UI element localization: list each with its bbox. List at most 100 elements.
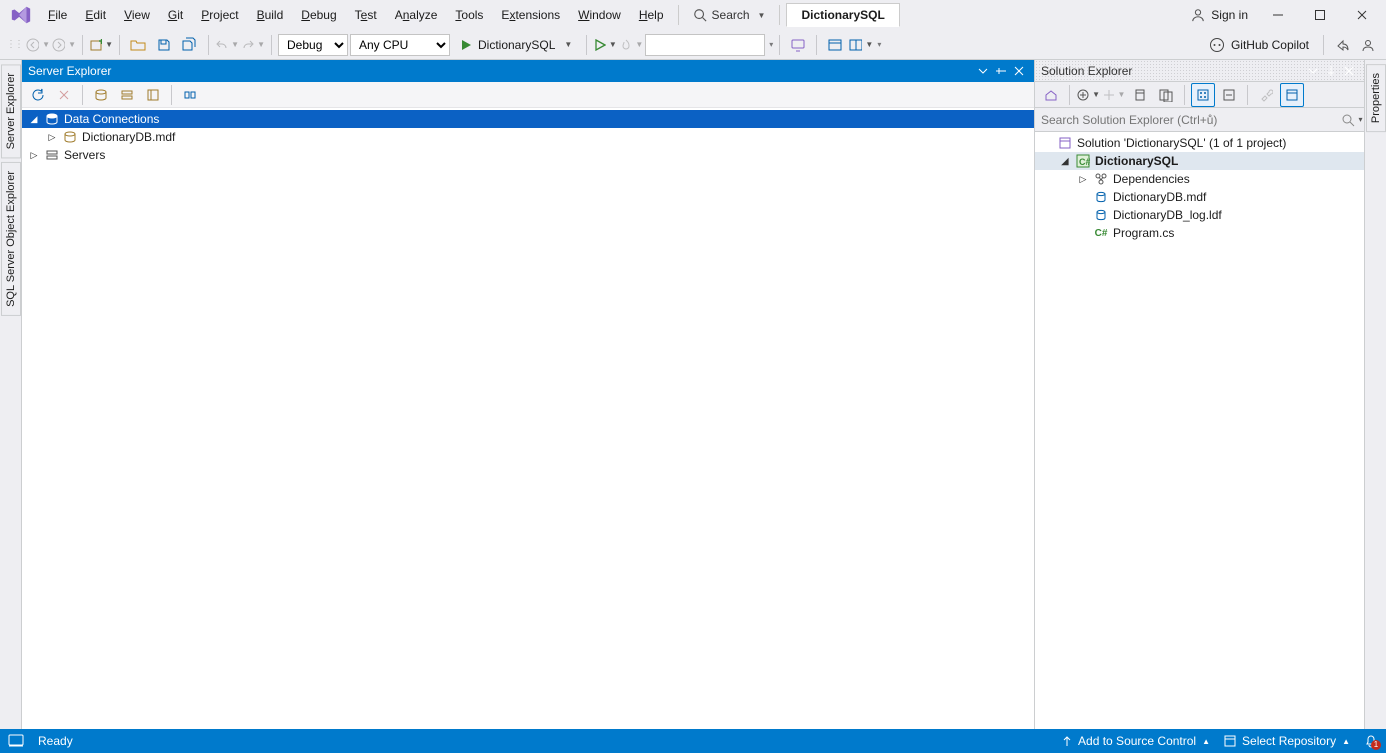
nav-back-button[interactable]: ▼	[26, 33, 50, 57]
save-all-button[interactable]	[178, 33, 202, 57]
tab-properties[interactable]: Properties	[1366, 64, 1386, 132]
autohide-pin-button[interactable]	[1322, 62, 1340, 80]
notifications-button[interactable]: 1	[1364, 734, 1378, 748]
menu-project[interactable]: Project	[193, 4, 246, 26]
tree-node-data-connections[interactable]: ◢ Data Connections	[22, 110, 1034, 128]
tree-node-dictionarydb[interactable]: ▷ DictionaryDB.mdf	[22, 128, 1034, 146]
redo-button[interactable]: ▼	[241, 33, 265, 57]
menu-help[interactable]: Help	[631, 4, 672, 26]
tree-label: DictionaryDB_log.ldf	[1113, 208, 1222, 222]
signin-label: Sign in	[1211, 8, 1248, 22]
notifications-count: 1	[1371, 740, 1381, 750]
window-position-button[interactable]	[1304, 62, 1322, 80]
new-project-button[interactable]: ▼	[89, 33, 113, 57]
window-position-button[interactable]	[974, 62, 992, 80]
menu-edit[interactable]: Edit	[77, 4, 114, 26]
github-copilot-button[interactable]: GitHub Copilot	[1201, 37, 1317, 53]
menu-window[interactable]: Window	[570, 4, 629, 26]
nav-forward-button[interactable]: ▼	[52, 33, 76, 57]
show-all-files-button[interactable]	[1191, 83, 1215, 107]
add-source-control-button[interactable]: Add to Source Control ▲	[1062, 734, 1210, 748]
overflow-icon[interactable]: ▾	[769, 40, 773, 49]
undo-button[interactable]: ▼	[215, 33, 239, 57]
windows-layout-button-1[interactable]	[823, 33, 847, 57]
preview-selected-button[interactable]	[1280, 83, 1304, 107]
start-debug-button[interactable]: DictionarySQL ▼	[452, 34, 580, 56]
admin-button[interactable]	[1356, 33, 1380, 57]
collapse-all-button[interactable]	[1217, 83, 1241, 107]
sign-in-button[interactable]: Sign in	[1183, 8, 1256, 22]
pending-changes-filter-button[interactable]: ▼	[1102, 83, 1126, 107]
tree-node-dictionarydb-mdf[interactable]: ▷ DictionaryDB.mdf	[1035, 188, 1364, 206]
azure-services-button[interactable]	[178, 83, 202, 107]
search-launcher[interactable]: Search ▼	[685, 4, 774, 26]
server-explorer-tree: ◢ Data Connections ▷ DictionaryDB.mdf ▷ …	[22, 108, 1034, 729]
tree-node-project[interactable]: ◢ C# DictionarySQL	[1035, 152, 1364, 170]
tree-node-dependencies[interactable]: ▷ Dependencies	[1035, 170, 1364, 188]
window-close-button[interactable]	[1342, 1, 1382, 29]
close-panel-button[interactable]	[1010, 62, 1028, 80]
menu-tools[interactable]: Tools	[447, 4, 491, 26]
share-button[interactable]	[1330, 33, 1354, 57]
menu-analyze[interactable]: Analyze	[387, 4, 446, 26]
select-repository-button[interactable]: Select Repository ▲	[1224, 734, 1350, 748]
solution-icon	[1057, 135, 1073, 151]
chevron-down-icon: ▼	[758, 11, 766, 20]
left-tool-tabs: Server Explorer SQL Server Object Explor…	[0, 60, 22, 729]
window-maximize-button[interactable]	[1300, 1, 1340, 29]
close-panel-button[interactable]	[1340, 62, 1358, 80]
tree-node-program-cs[interactable]: ▷ C# Program.cs	[1035, 224, 1364, 242]
home-button[interactable]	[1039, 83, 1063, 107]
sync-active-doc-button[interactable]	[1128, 83, 1152, 107]
tree-label: DictionaryDB.mdf	[1113, 190, 1206, 204]
menu-test[interactable]: Test	[347, 4, 385, 26]
hot-reload-button[interactable]: ▼	[619, 33, 643, 57]
collapse-icon: ◢	[1059, 156, 1071, 167]
dependencies-icon	[1093, 171, 1109, 187]
connect-to-db-button[interactable]	[89, 83, 113, 107]
solution-explorer-title: Solution Explorer	[1041, 64, 1304, 78]
search-icon[interactable]: ▾	[1340, 108, 1364, 132]
menu-file[interactable]: File	[40, 4, 75, 26]
output-icon[interactable]	[8, 734, 24, 748]
save-button[interactable]	[152, 33, 176, 57]
properties-button[interactable]	[1254, 83, 1278, 107]
menu-build[interactable]: Build	[249, 4, 292, 26]
window-minimize-button[interactable]	[1258, 1, 1298, 29]
tree-node-dictionarydb-log-ldf[interactable]: ▷ DictionaryDB_log.ldf	[1035, 206, 1364, 224]
menu-view[interactable]: View	[116, 4, 158, 26]
refresh-button[interactable]	[26, 83, 50, 107]
tree-label: Servers	[64, 148, 105, 162]
server-explorer-title: Server Explorer	[28, 64, 974, 78]
add-connection-button[interactable]	[141, 83, 165, 107]
solution-platform-select[interactable]: Any CPU	[350, 34, 450, 56]
menu-extensions[interactable]: Extensions	[493, 4, 568, 26]
autohide-pin-button[interactable]	[992, 62, 1010, 80]
solution-explorer-search-input[interactable]	[1035, 109, 1340, 131]
active-document-tab[interactable]: DictionarySQL	[786, 3, 899, 27]
start-without-debug-button[interactable]: ▼	[593, 33, 617, 57]
tab-sql-server-object-explorer[interactable]: SQL Server Object Explorer	[1, 162, 21, 316]
live-share-button[interactable]	[786, 33, 810, 57]
tree-node-servers[interactable]: ▷ Servers	[22, 146, 1034, 164]
connect-to-server-button[interactable]	[115, 83, 139, 107]
stop-refresh-button[interactable]	[52, 83, 76, 107]
separator	[779, 5, 780, 25]
database-file-icon	[62, 129, 78, 145]
tree-node-solution[interactable]: ▷ Solution 'DictionarySQL' (1 of 1 proje…	[1035, 134, 1364, 152]
menu-git[interactable]: Git	[160, 4, 191, 26]
tab-server-explorer[interactable]: Server Explorer	[1, 64, 21, 158]
repo-icon	[1224, 735, 1236, 747]
switch-views-button[interactable]: ▼	[1076, 83, 1100, 107]
open-file-button[interactable]	[126, 33, 150, 57]
copilot-icon	[1209, 37, 1225, 53]
solution-config-select[interactable]: Debug	[278, 34, 348, 56]
menu-debug[interactable]: Debug	[293, 4, 344, 26]
tree-label: Data Connections	[64, 112, 159, 126]
csharp-project-icon: C#	[1075, 153, 1091, 169]
refresh-button[interactable]	[1154, 83, 1178, 107]
windows-layout-button-2[interactable]: ▼	[849, 33, 873, 57]
menu-bar: File Edit View Git Project Build Debug T…	[0, 0, 1386, 30]
process-selector[interactable]	[645, 34, 765, 56]
overflow-icon[interactable]: ▾	[877, 40, 881, 49]
